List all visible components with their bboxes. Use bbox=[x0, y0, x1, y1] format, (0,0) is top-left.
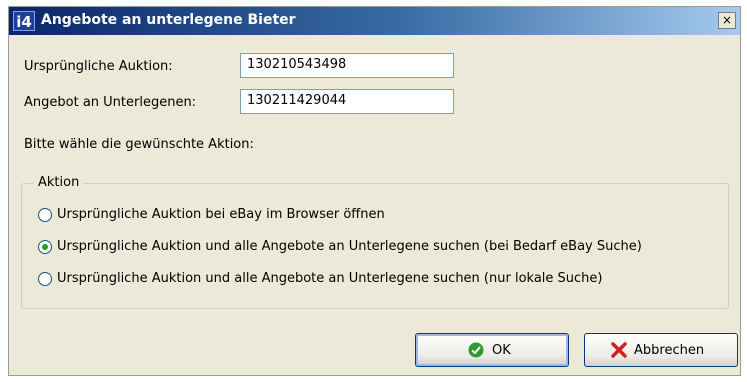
action-groupbox: Aktion Ursprüngliche Auktion bei eBay im… bbox=[21, 175, 729, 309]
radio-button-selected[interactable] bbox=[38, 240, 52, 254]
radio-label: Ursprüngliche Auktion bei eBay im Browse… bbox=[57, 207, 385, 222]
orig-auction-label: Ursprüngliche Auktion: bbox=[24, 59, 173, 74]
orig-auction-field[interactable]: 130210543498 bbox=[240, 53, 454, 78]
cancel-button[interactable]: Abbrechen bbox=[584, 333, 738, 367]
radio-button[interactable] bbox=[38, 272, 52, 286]
group-legend: Aktion bbox=[34, 175, 84, 190]
ok-label: OK bbox=[492, 343, 511, 358]
radio-label: Ursprüngliche Auktion und alle Angebote … bbox=[57, 271, 603, 286]
check-icon bbox=[468, 342, 484, 358]
title-bar[interactable]: i4 Angebote an unterlegene Bieter × bbox=[9, 7, 740, 35]
offer-field[interactable]: 130211429044 bbox=[240, 89, 454, 114]
close-button[interactable]: × bbox=[718, 12, 736, 29]
radio-button[interactable] bbox=[38, 208, 52, 222]
radio-label: Ursprüngliche Auktion und alle Angebote … bbox=[57, 239, 642, 254]
app-icon: i4 bbox=[13, 11, 35, 31]
radio-dot-icon bbox=[42, 244, 48, 250]
offer-label: Angebot an Unterlegenen: bbox=[24, 95, 197, 110]
dialog-window: i4 Angebote an unterlegene Bieter × Ursp… bbox=[8, 6, 741, 376]
ok-button[interactable]: OK bbox=[415, 333, 569, 367]
cross-icon bbox=[611, 342, 627, 358]
window-title: Angebote an unterlegene Bieter bbox=[41, 12, 296, 28]
cancel-label: Abbrechen bbox=[634, 343, 705, 358]
instruction-text: Bitte wähle die gewünschte Aktion: bbox=[24, 137, 254, 152]
